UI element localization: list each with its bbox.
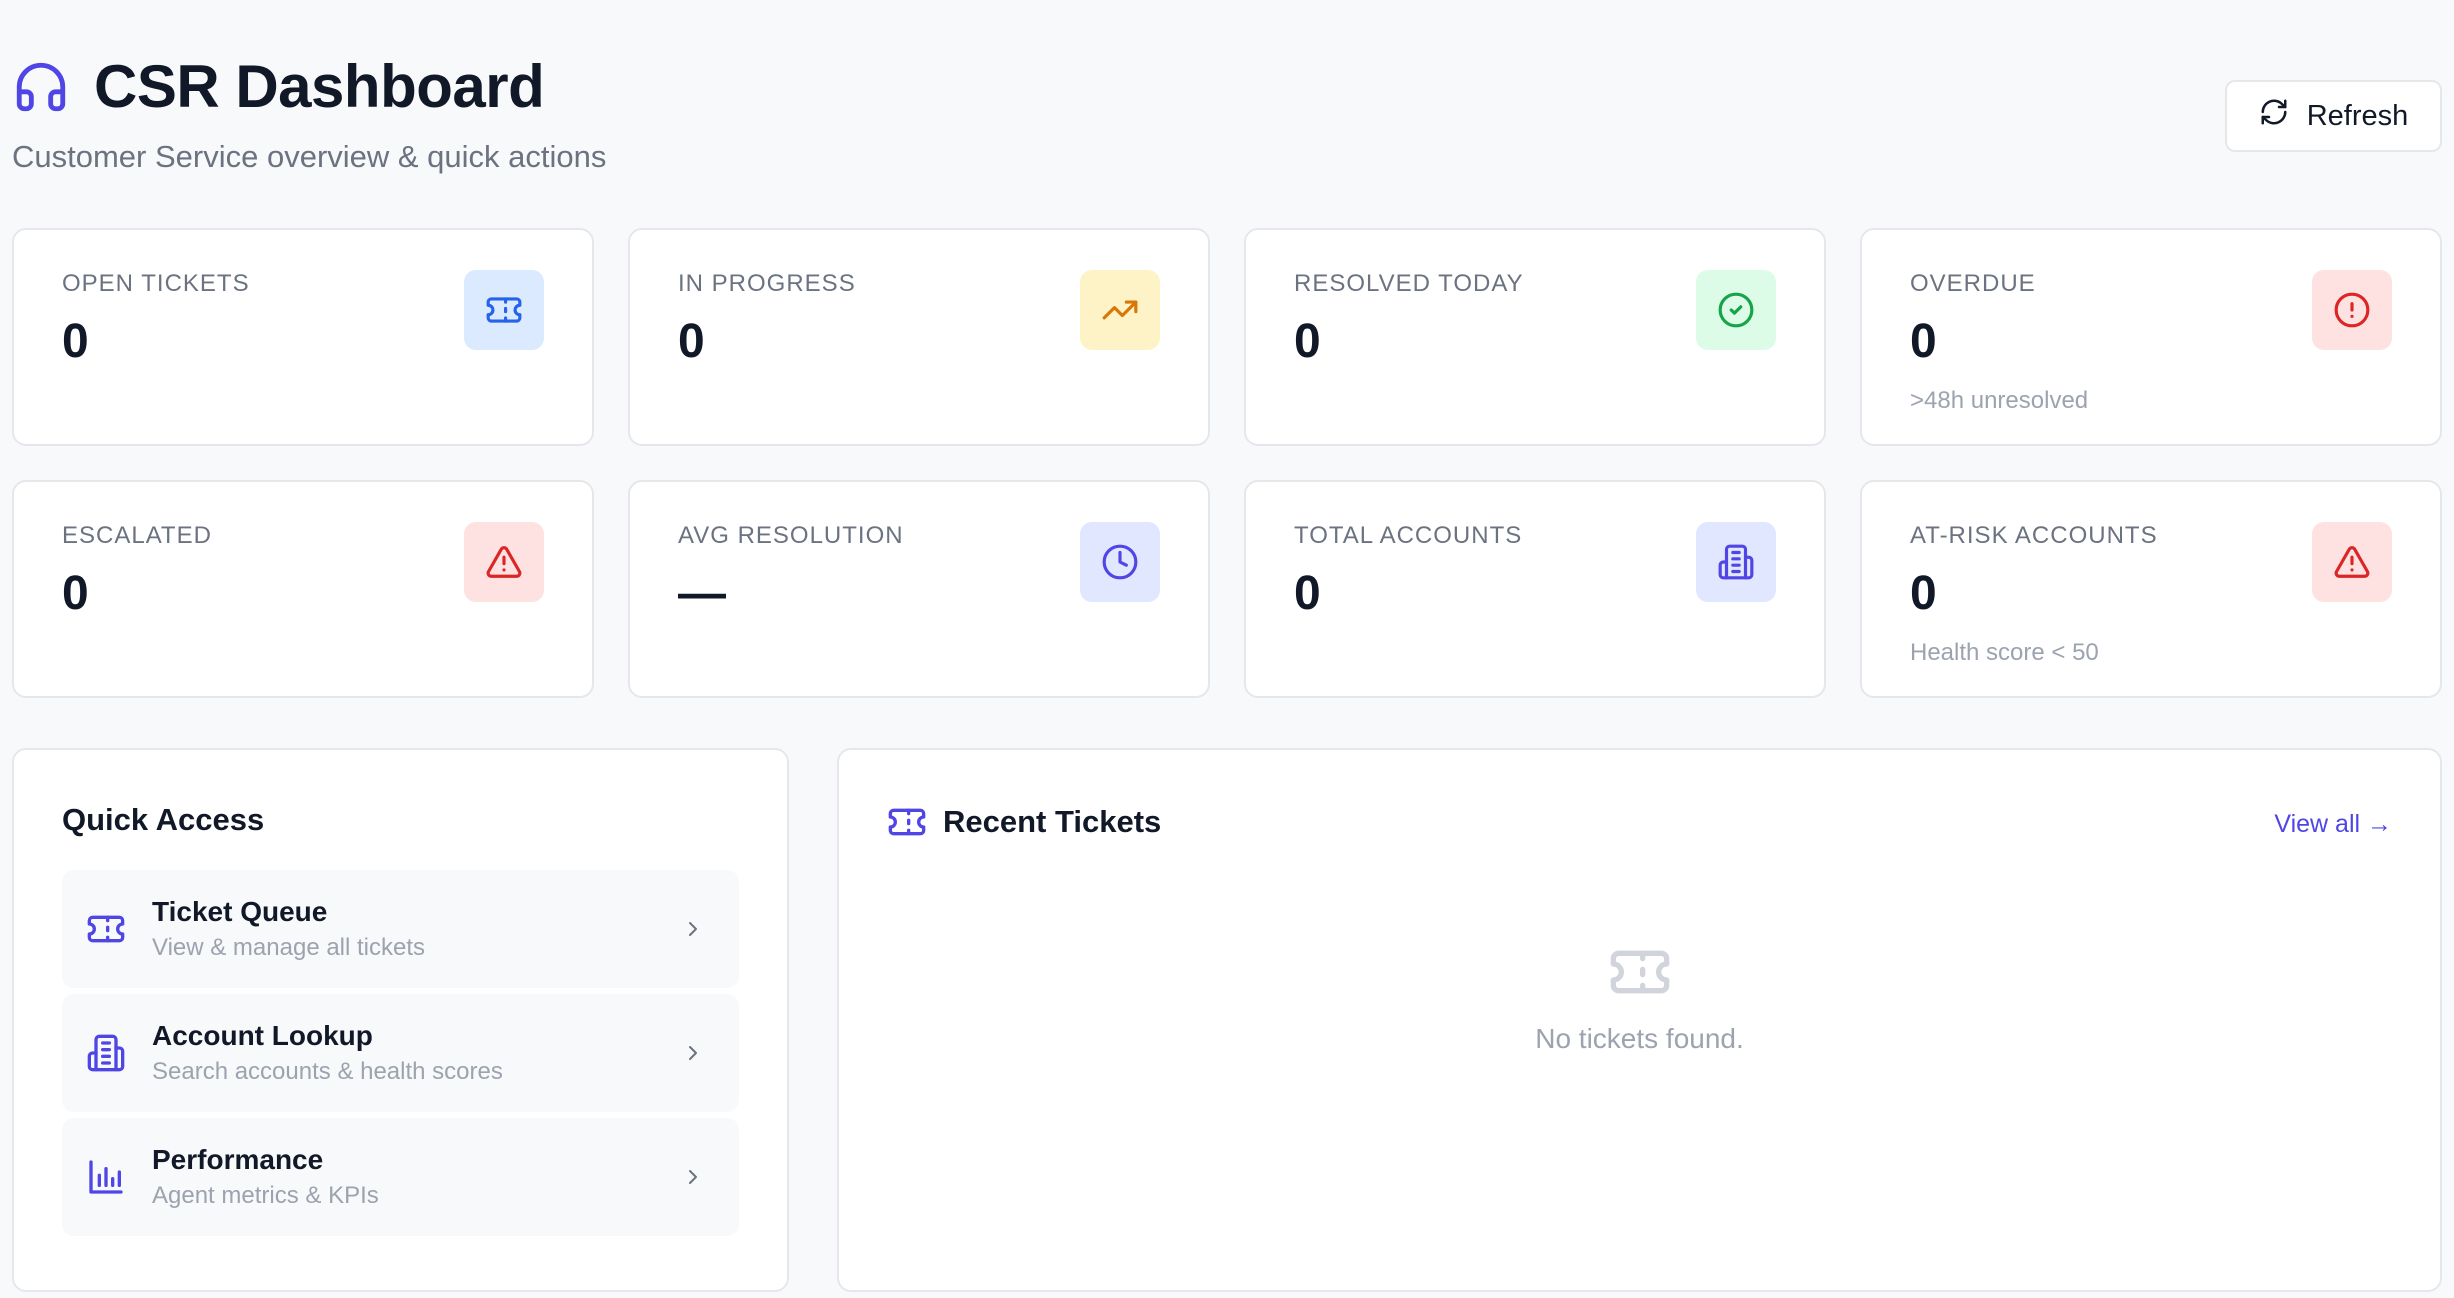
page-subtitle: Customer Service overview & quick action… — [12, 139, 607, 174]
headphones-icon — [12, 58, 70, 116]
stat-card-total-accounts: TOTAL ACCOUNTS 0 — [1244, 480, 1826, 698]
stats-grid: OPEN TICKETS 0 IN PROGRESS 0 RESOLVED TO… — [12, 228, 2442, 698]
bar-chart-icon — [86, 1157, 126, 1197]
quick-access-item-desc: Search accounts & health scores — [152, 1058, 503, 1085]
stat-card-overdue: OVERDUE 0 >48h unresolved — [1860, 228, 2442, 446]
quick-access-text: Performance Agent metrics & KPIs — [152, 1144, 379, 1210]
quick-access-text: Ticket Queue View & manage all tickets — [152, 896, 425, 962]
chevron-right-icon — [681, 917, 705, 941]
quick-access-ticket-queue[interactable]: Ticket Queue View & manage all tickets — [62, 870, 739, 988]
building-icon — [86, 1033, 126, 1073]
building-icon — [1696, 522, 1776, 602]
alert-circle-icon — [2312, 270, 2392, 350]
chevron-right-icon — [681, 1041, 705, 1065]
quick-access-item-title: Ticket Queue — [152, 896, 328, 927]
ticket-icon — [1608, 940, 1672, 1009]
page-title: CSR Dashboard — [94, 53, 545, 120]
quick-access-account-lookup[interactable]: Account Lookup Search accounts & health … — [62, 994, 739, 1112]
quick-access-list: Ticket Queue View & manage all tickets A… — [62, 870, 739, 1236]
empty-state-text: No tickets found. — [1535, 1023, 1744, 1054]
recent-tickets-panel: Recent Tickets View all → No tickets fou… — [837, 748, 2442, 1292]
clock-icon — [1080, 522, 1160, 602]
stat-card-at-risk-accounts: AT-RISK ACCOUNTS 0 Health score < 50 — [1860, 480, 2442, 698]
title-row: CSR Dashboard — [12, 52, 2442, 121]
stat-note: Health score < 50 — [1910, 639, 2099, 666]
quick-access-title: Quick Access — [62, 802, 265, 837]
quick-access-panel: Quick Access Ticket Queue View & manage … — [12, 748, 789, 1292]
quick-access-item-desc: Agent metrics & KPIs — [152, 1182, 379, 1209]
stat-card-open-tickets: OPEN TICKETS 0 — [12, 228, 594, 446]
quick-access-item-desc: View & manage all tickets — [152, 934, 426, 961]
chevron-right-icon — [681, 1165, 705, 1189]
refresh-button-label: Refresh — [2306, 99, 2409, 132]
refresh-button[interactable]: Refresh — [2225, 80, 2442, 152]
quick-access-text: Account Lookup Search accounts & health … — [152, 1020, 503, 1086]
view-all-link[interactable]: View all → — [2274, 810, 2392, 839]
empty-state: No tickets found. — [839, 940, 2440, 1055]
stat-note: >48h unresolved — [1910, 387, 2089, 414]
page-header: CSR Dashboard Customer Service overview … — [12, 52, 2442, 182]
ticket-icon — [887, 802, 927, 842]
trending-up-icon — [1080, 270, 1160, 350]
recent-tickets-title: Recent Tickets — [943, 804, 1162, 839]
stat-card-avg-resolution: AVG RESOLUTION — — [628, 480, 1210, 698]
quick-access-performance[interactable]: Performance Agent metrics & KPIs — [62, 1118, 739, 1236]
stat-card-resolved-today: RESOLVED TODAY 0 — [1244, 228, 1826, 446]
ticket-icon — [464, 270, 544, 350]
alert-triangle-icon — [464, 522, 544, 602]
quick-access-item-title: Account Lookup — [152, 1020, 373, 1051]
ticket-icon — [86, 909, 126, 949]
alert-triangle-icon — [2312, 522, 2392, 602]
quick-access-item-title: Performance — [152, 1144, 324, 1175]
stat-card-escalated: ESCALATED 0 — [12, 480, 594, 698]
check-circle-icon — [1696, 270, 1776, 350]
csr-dashboard-page: CSR Dashboard Customer Service overview … — [0, 0, 2454, 1298]
refresh-icon — [2259, 97, 2289, 135]
recent-tickets-header: Recent Tickets — [887, 802, 2392, 842]
stat-card-in-progress: IN PROGRESS 0 — [628, 228, 1210, 446]
